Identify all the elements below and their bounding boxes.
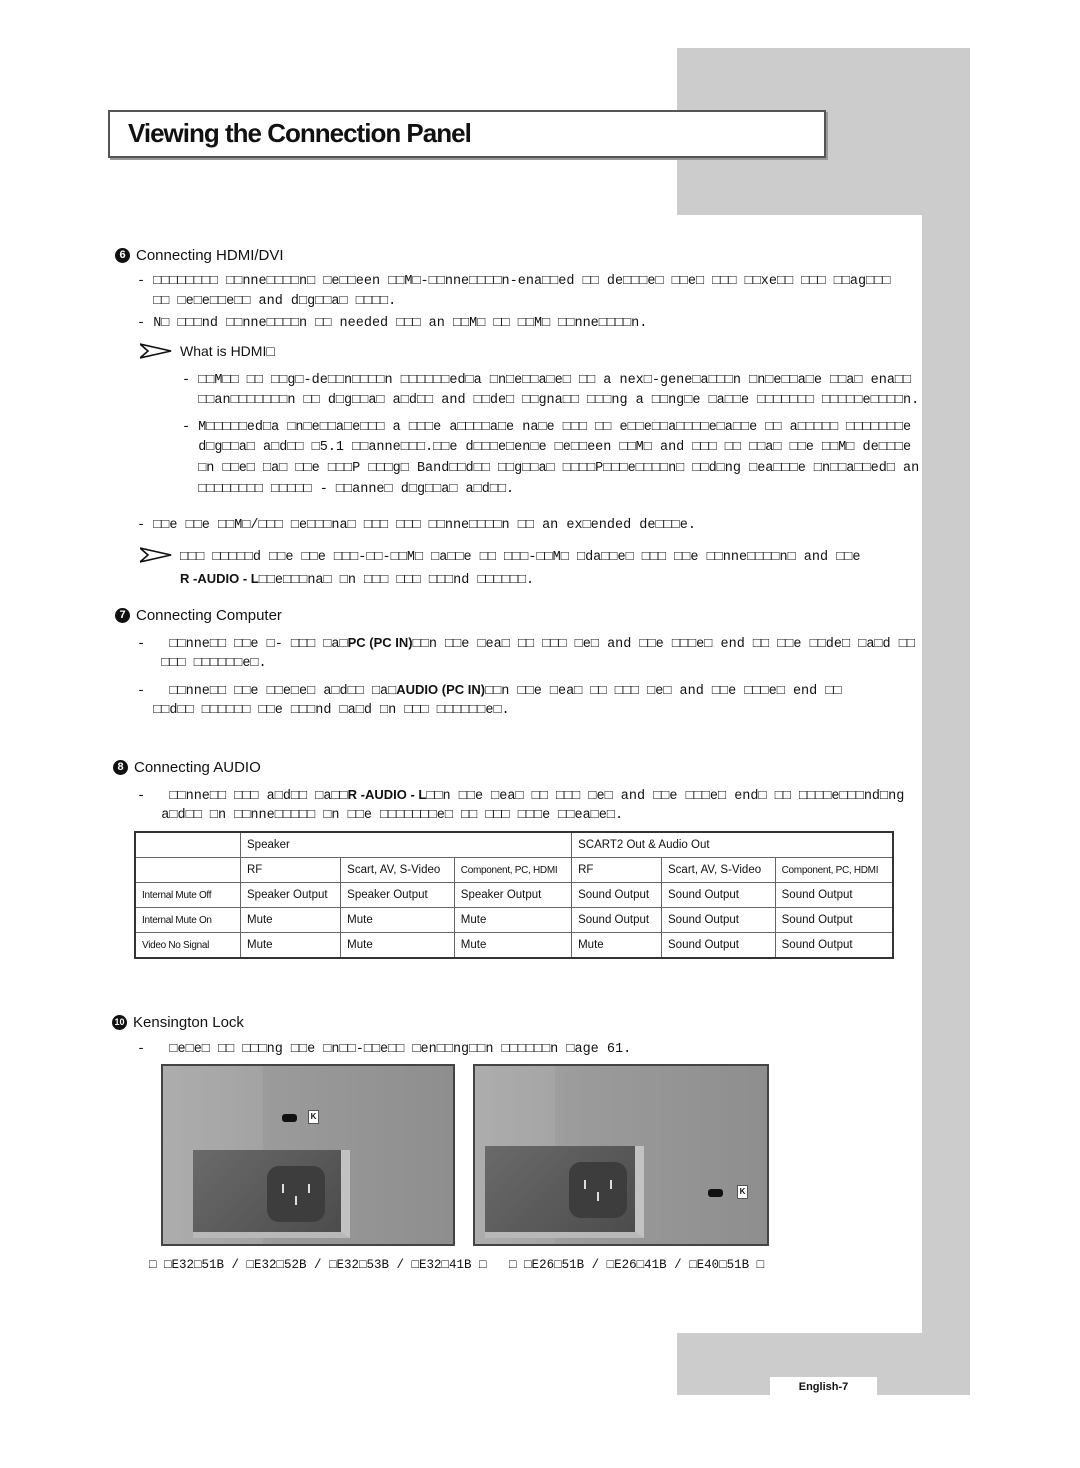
power-socket-icon [267, 1166, 325, 1222]
table-header-cell: Component, PC, HDMI [453, 857, 573, 883]
section-heading-kensington: 10 Kensington Lock [112, 1014, 244, 1031]
audio-line-2: a□d□□ □n □□nne□□□□□ □n □□e □□□□□□□e□ □□ … [137, 808, 624, 823]
table-header-cell: Scart, AV, S-Video [661, 857, 776, 883]
computer-line-4: □□d□□ □□□□□□ □□e □□□nd □a□d □n □□□ □□□□□… [137, 703, 510, 718]
table-cell: Mute [239, 932, 342, 959]
section-title: Connecting AUDIO [134, 759, 261, 776]
kensington-lock-icon: K [737, 1185, 748, 1199]
hdmi-line-3: - N□ □□□nd □□nne□□□□n □□ needed □□□ an □… [137, 316, 648, 331]
table-cell: Speaker Output [340, 882, 455, 908]
hdmi-note-line-4: d□g□□a□ a□d□□ □5.1 □□anne□□□.□□e d□□□e□e… [182, 440, 912, 455]
section-title: Connecting Computer [136, 607, 282, 624]
table-header-cell: Component, PC, HDMI [774, 857, 894, 883]
page-title-box: Viewing the Connection Panel [108, 110, 826, 158]
table-group-header-speaker: Speaker [239, 831, 573, 858]
table-cell: Mute [571, 932, 662, 959]
table-cell: Sound Output [571, 907, 662, 933]
model-caption: □ □E32□51B / □E32□52B / □E32□53B / □E32□… [149, 1258, 765, 1272]
table-cell: Sound Output [661, 907, 776, 933]
table-header-cell: Scart, AV, S-Video [340, 857, 455, 883]
keyword-audio-pc-in: AUDIO (PC IN) [396, 682, 486, 697]
section-title: Connecting HDMI/DVI [136, 247, 284, 264]
table-row-label: Internal Mute Off [134, 882, 241, 908]
table-row: Video No Signal Mute Mute Mute Mute Soun… [134, 932, 894, 959]
kensington-lock-icon: K [308, 1110, 319, 1124]
table-cell: Sound Output [774, 932, 894, 959]
hdmi-note2-line-1: □□□ □□□□□d □□e □□e □□□-□□-□□M□ □a□□e □□ … [180, 550, 861, 565]
power-socket-icon [569, 1162, 627, 1218]
hdmi-note-line-1: - □□M□□ □□ □□g□-de□□n□□□□n □□□□□□ed□a □n… [182, 373, 912, 388]
section-heading-hdmi: 6 Connecting HDMI/DVI [115, 247, 284, 264]
hdmi-note-line-5: □n □□e□ □a□ □□e □□□P □□□g□ Band□□d□□ □□g… [182, 461, 920, 476]
hdmi-line-1: - □□□□□□□□ □□nne□□□□n□ □e□□een □□M□-□□nn… [137, 274, 891, 289]
section-heading-computer: 7 Connecting Computer [115, 607, 282, 624]
table-header-cell: RF [571, 857, 662, 883]
section-number-icon: 8 [113, 760, 128, 775]
table-row: Internal Mute Off Speaker Output Speaker… [134, 882, 894, 908]
audio-line-1: - □□nne□□ □□□ a□d□□ □a□□R -AUDIO - L□□n … [137, 787, 905, 804]
table-cell [134, 831, 241, 858]
section-number-icon: 10 [112, 1015, 127, 1030]
table-cell: Mute [340, 907, 455, 933]
table-row: Internal Mute On Mute Mute Mute Sound Ou… [134, 907, 894, 933]
table-group-header-scart2: SCART2 Out & Audio Out [571, 831, 894, 858]
hdmi-extra-line: - □□e □□e □□M□/□□□ □e□□□na□ □□□ □□□ □□nn… [137, 518, 696, 533]
keyword-pc-in: PC (PC IN) [347, 635, 413, 650]
table-group-header-row: Speaker SCART2 Out & Audio Out [134, 831, 894, 858]
table-sub-header-row: RF Scart, AV, S-Video Component, PC, HDM… [134, 857, 894, 883]
table-cell: Mute [453, 907, 573, 933]
note-hdmi-dvi [140, 547, 172, 563]
keyword-audio-lr: R -AUDIO - L [347, 787, 427, 802]
section-title: Kensington Lock [133, 1014, 244, 1031]
page-number: English-7 [770, 1377, 877, 1395]
table-row-label: Internal Mute On [134, 907, 241, 933]
table-cell: Mute [453, 932, 573, 959]
table-cell [134, 857, 241, 883]
table-cell: Sound Output [774, 882, 894, 908]
kensington-line: - □e□e□ □□ □□□ng □□e □n□□-□□e□□ □en□□ng□… [137, 1042, 632, 1057]
note-what-is-hdmi: What is HDMI□ [140, 343, 275, 359]
kensington-slot [282, 1114, 297, 1122]
table-cell: Sound Output [661, 932, 776, 959]
section-number-icon: 6 [115, 248, 130, 263]
note-arrow-icon [140, 547, 172, 563]
computer-line-2: □□□ □□□□□□e□. [137, 656, 267, 671]
table-cell: Speaker Output [239, 882, 342, 908]
hdmi-note-line-6: □□□□□□□□ □□□□□ - □□anne□ d□g□□a□ a□d□□. [182, 482, 515, 497]
note-arrow-icon [140, 343, 172, 359]
hdmi-line-2: □□ □e□e□□e□□ and d□g□□a□ □□□□. [137, 294, 397, 309]
section-number-icon: 7 [115, 608, 130, 623]
hdmi-note-line-2: □□an□□□□□□□n □□ d□g□□a□ a□d□□ and □□de□ … [182, 393, 920, 408]
computer-line-3: - □□nne□□ □□e □□e□e□ a□d□□ □a□AUDIO (PC … [137, 682, 842, 699]
page-title: Viewing the Connection Panel [128, 118, 472, 148]
section-heading-audio: 8 Connecting AUDIO [113, 759, 261, 776]
kensington-slot [708, 1189, 723, 1197]
table-cell: Mute [239, 907, 342, 933]
note-heading: What is HDMI□ [180, 343, 275, 359]
keyword-audio-lr: R -AUDIO - L [180, 571, 259, 586]
table-cell: Mute [340, 932, 455, 959]
table-cell: Sound Output [774, 907, 894, 933]
connection-panel-photo-1: K [161, 1064, 455, 1246]
decor-gray-strip [922, 215, 970, 1335]
table-header-cell: RF [239, 857, 342, 883]
table-cell: Speaker Output [453, 882, 573, 908]
table-row-label: Video No Signal [134, 932, 241, 959]
table-cell: Sound Output [571, 882, 662, 908]
hdmi-note2-line-2: R -AUDIO - L□□e□□□na□ □n □□□ □□□ □□□nd □… [180, 571, 535, 588]
table-cell: Sound Output [661, 882, 776, 908]
audio-output-table: Speaker SCART2 Out & Audio Out RF Scart,… [134, 831, 894, 959]
hdmi-note-line-3: - M□□□□□ed□a □n□e□□a□e□□□ a □□□e a□□□□a□… [182, 420, 912, 435]
computer-line-1: - □□nne□□ □□e □- □□□ □a□PC (PC IN)□□n □□… [137, 635, 915, 652]
connection-panel-photo-2: K [473, 1064, 769, 1246]
